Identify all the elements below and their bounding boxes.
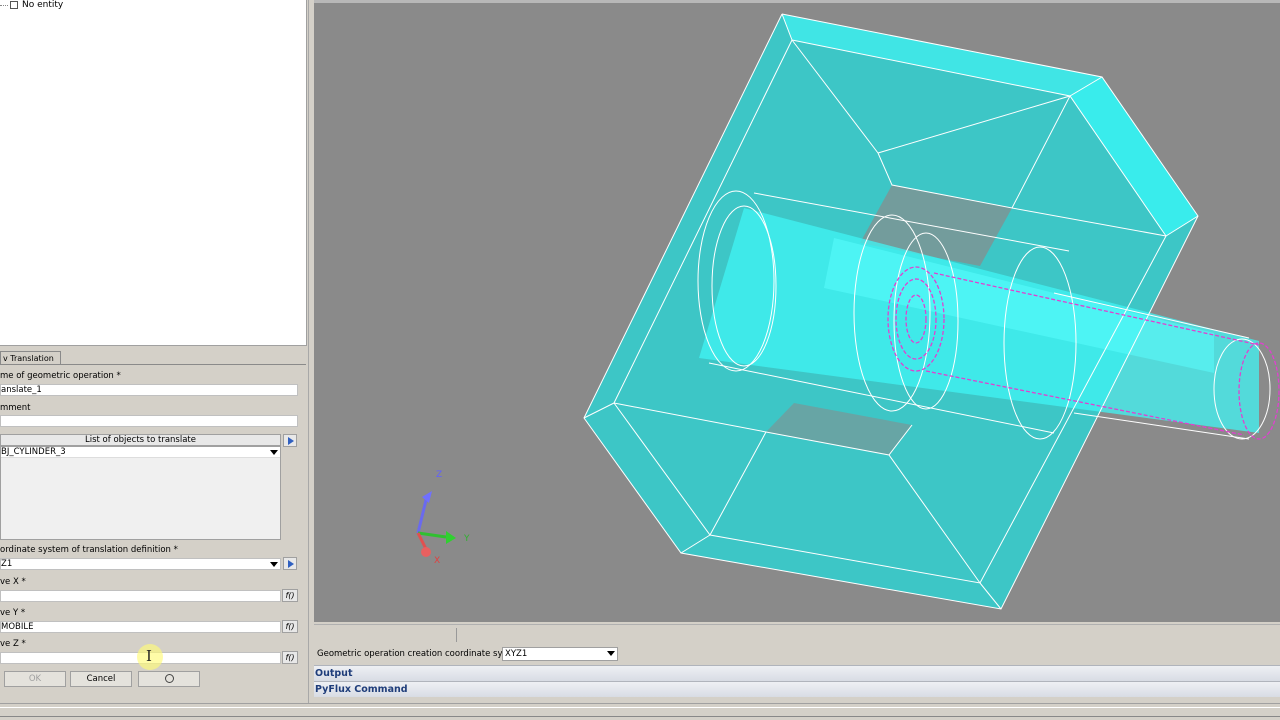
chevron-down-icon[interactable]: [607, 651, 615, 656]
tree-connector: [0, 5, 8, 6]
objects-list-item-label: BJ_CYLINDER_3: [1, 447, 66, 457]
comment-label: mment: [0, 403, 31, 413]
output-dock-title[interactable]: Output: [314, 665, 1280, 681]
y-axis-line: [417, 531, 447, 539]
help-button[interactable]: [138, 671, 200, 687]
coordsys-arrow-button[interactable]: [283, 557, 297, 570]
coordinate-system-value: XYZ1: [505, 649, 528, 659]
tab-divider: [0, 364, 306, 365]
objects-list-header: List of objects to translate: [0, 434, 281, 446]
z-axis-label: Z: [436, 470, 442, 480]
axis-triad: Z Y X: [416, 470, 470, 566]
name-field[interactable]: anslate_1: [0, 384, 298, 396]
z-label: ve Z *: [0, 639, 26, 649]
objects-list[interactable]: BJ_CYLINDER_3: [0, 446, 281, 540]
chevron-down-icon[interactable]: [270, 450, 278, 455]
z-axis-arrow: [422, 491, 432, 503]
z-formula-button[interactable]: f(): [282, 651, 298, 664]
name-label: me of geometric operation *: [0, 371, 121, 381]
objects-select-arrow-button[interactable]: [283, 434, 297, 447]
y-axis-label: Y: [463, 534, 470, 544]
tree-row-empty[interactable]: No entity: [0, 0, 63, 10]
comment-field[interactable]: [0, 415, 298, 427]
x-field[interactable]: [0, 590, 281, 602]
status-bar: [0, 703, 1280, 720]
x-formula-button[interactable]: f(): [282, 589, 298, 602]
flux-application-window: No entity v Translation me of geometric …: [0, 0, 1280, 720]
geometry-scene[interactable]: Z Y X: [314, 3, 1280, 622]
coordsys-value: Z1: [1, 559, 13, 569]
z-axis-line: [416, 495, 429, 534]
x-axis-label: X: [434, 556, 440, 566]
y-label: ve Y *: [0, 608, 26, 618]
help-icon: [164, 674, 174, 683]
text-cursor-highlight: [137, 644, 163, 670]
objects-list-item[interactable]: BJ_CYLINDER_3: [1, 447, 280, 458]
chevron-down-icon[interactable]: [270, 562, 278, 567]
coordinate-system-label: Geometric operation creation coordinate …: [317, 649, 527, 659]
toolbar-separator: [456, 628, 457, 642]
x-label: ve X *: [0, 577, 26, 587]
3d-viewport[interactable]: Z Y X: [314, 0, 1280, 622]
coordsys-combo[interactable]: Z1: [0, 558, 281, 570]
pyflux-dock-title[interactable]: PyFlux Command: [314, 681, 1280, 697]
cancel-button[interactable]: Cancel: [70, 671, 132, 687]
y-axis-arrow: [446, 531, 456, 544]
viewport-toolbar: [314, 624, 1280, 644]
left-panel: No entity v Translation me of geometric …: [0, 0, 308, 703]
ok-button[interactable]: OK: [4, 671, 66, 687]
entity-tree[interactable]: No entity: [0, 0, 307, 346]
y-formula-button[interactable]: f(): [282, 620, 298, 633]
entity-icon: [10, 1, 18, 9]
coordsys-label: ordinate system of translation definitio…: [0, 545, 178, 555]
coordinate-system-bar: Geometric operation creation coordinate …: [314, 644, 1280, 665]
x-axis-arrow: [421, 547, 431, 557]
tab-new-translation[interactable]: v Translation: [0, 351, 61, 365]
y-field[interactable]: MOBILE: [0, 621, 281, 633]
status-bar-inner: [0, 707, 1280, 717]
tree-empty-label: No entity: [22, 0, 64, 10]
translation-form: v Translation me of geometric operation …: [0, 349, 306, 695]
coordinate-system-combo[interactable]: XYZ1: [502, 647, 618, 661]
